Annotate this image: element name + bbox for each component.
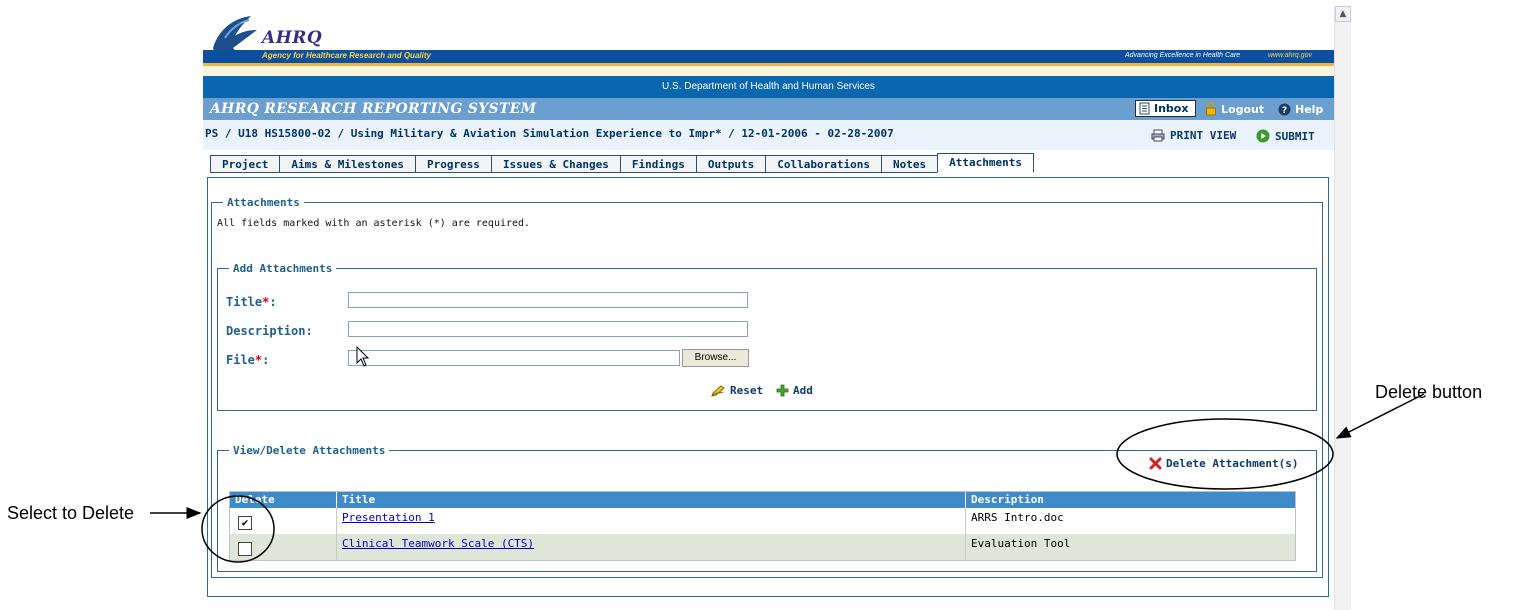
annotation-overlay	[150, 393, 1425, 563]
checkbox-highlight-ellipse	[201, 495, 275, 563]
delete-button-arrow	[1335, 393, 1425, 439]
delete-button-highlight-ellipse	[1116, 418, 1334, 490]
